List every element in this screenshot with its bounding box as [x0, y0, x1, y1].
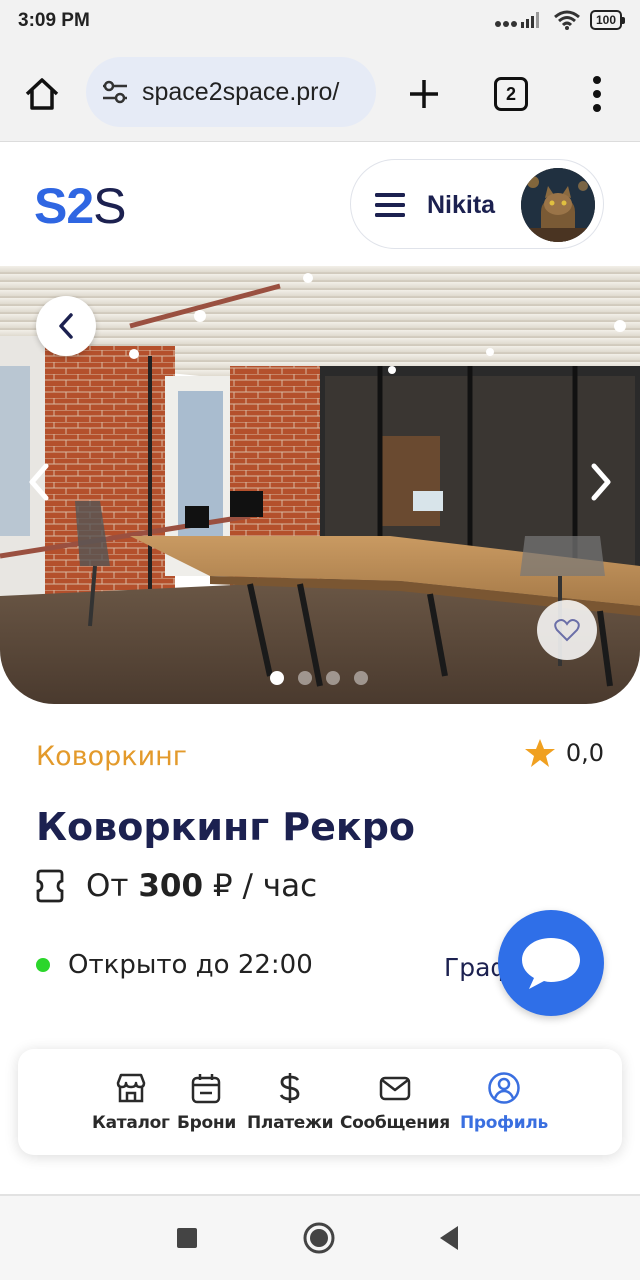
previous-photo-icon[interactable]: [24, 462, 54, 502]
gallery-dot[interactable]: [326, 671, 340, 685]
user-menu-button[interactable]: Nikita: [350, 159, 604, 249]
system-navigation-bar: [0, 1196, 640, 1280]
nav-label: Профиль: [460, 1113, 548, 1133]
nav-item-bookings[interactable]: Брони: [177, 1071, 236, 1133]
recents-icon[interactable]: [176, 1227, 198, 1249]
status-time: 3:09 PM: [18, 10, 90, 31]
nav-label: Каталог: [92, 1113, 170, 1133]
logo-secondary: S: [93, 178, 126, 234]
chat-bubble-icon: [522, 938, 580, 989]
nav-label: Сообщения: [340, 1113, 450, 1133]
star-icon: [524, 739, 555, 767]
profile-icon: [488, 1072, 520, 1104]
nav-item-profile[interactable]: Профиль: [460, 1071, 548, 1133]
rating: 0,0: [524, 738, 604, 768]
heart-icon: [554, 619, 580, 642]
nav-label: Платежи: [247, 1113, 334, 1133]
price-suffix: ₽ / час: [212, 868, 318, 904]
open-status-text: Открыто до 22:00: [68, 950, 313, 980]
signal-icon: [494, 12, 539, 28]
back-button[interactable]: [36, 296, 96, 356]
status-bar: 3:09 PM 100: [0, 0, 640, 44]
open-status: Открыто до 22:00: [36, 950, 313, 980]
hamburger-menu-icon: [375, 193, 405, 217]
store-icon: [116, 1073, 146, 1103]
gallery-dot[interactable]: [270, 671, 284, 685]
logo-primary: S2: [34, 178, 94, 234]
price-prefix: От: [86, 868, 129, 904]
price: От 300 ₽ / час: [86, 868, 317, 904]
chevron-left-icon: [59, 313, 73, 339]
mail-icon: [379, 1076, 411, 1101]
site-settings-icon[interactable]: [100, 77, 130, 107]
price-value: 300: [138, 868, 204, 904]
new-tab-icon[interactable]: [404, 74, 444, 114]
home-circle-icon[interactable]: [303, 1222, 335, 1254]
gallery-dot[interactable]: [354, 671, 368, 685]
price-row: От 300 ₽ / час: [36, 868, 317, 904]
ticket-icon: [36, 869, 64, 903]
gallery-dot[interactable]: [298, 671, 312, 685]
calendar-icon: [192, 1074, 221, 1104]
battery-indicator: 100: [589, 10, 626, 30]
back-triangle-icon[interactable]: [438, 1225, 460, 1251]
avatar: [521, 168, 595, 242]
rating-value: 0,0: [565, 739, 604, 767]
nav-item-messages[interactable]: Сообщения: [340, 1071, 450, 1133]
user-name: Nikita: [427, 191, 496, 219]
chat-button[interactable]: [498, 910, 604, 1016]
status-icons: 100: [494, 10, 626, 30]
site-logo[interactable]: S2S: [34, 177, 127, 235]
listing-title: Коворкинг Рекро: [36, 805, 415, 849]
nav-item-catalog[interactable]: Каталог: [92, 1071, 170, 1133]
url-text: space2space.pro/: [142, 77, 340, 106]
more-menu-icon[interactable]: [584, 72, 610, 116]
photo-gallery[interactable]: [0, 266, 640, 704]
nav-label: Брони: [177, 1113, 236, 1133]
address-bar[interactable]: space2space.pro/: [86, 57, 376, 127]
open-status-dot: [36, 958, 50, 972]
nav-item-payments[interactable]: Платежи: [247, 1071, 334, 1133]
listing-category: Коворкинг: [36, 741, 187, 772]
favorite-button[interactable]: [537, 600, 597, 660]
tab-switcher-button[interactable]: 2: [494, 77, 528, 111]
bottom-navigation: Каталог Брони Платежи Сообщения Профиль: [18, 1049, 622, 1155]
wifi-icon: [554, 10, 580, 30]
next-photo-icon[interactable]: [586, 462, 616, 502]
gallery-pagination: [270, 671, 368, 685]
site-header: S2S Nikita: [0, 143, 640, 265]
home-icon[interactable]: [22, 74, 62, 114]
dollar-icon: [279, 1073, 300, 1103]
browser-toolbar: space2space.pro/ 2: [0, 44, 640, 142]
